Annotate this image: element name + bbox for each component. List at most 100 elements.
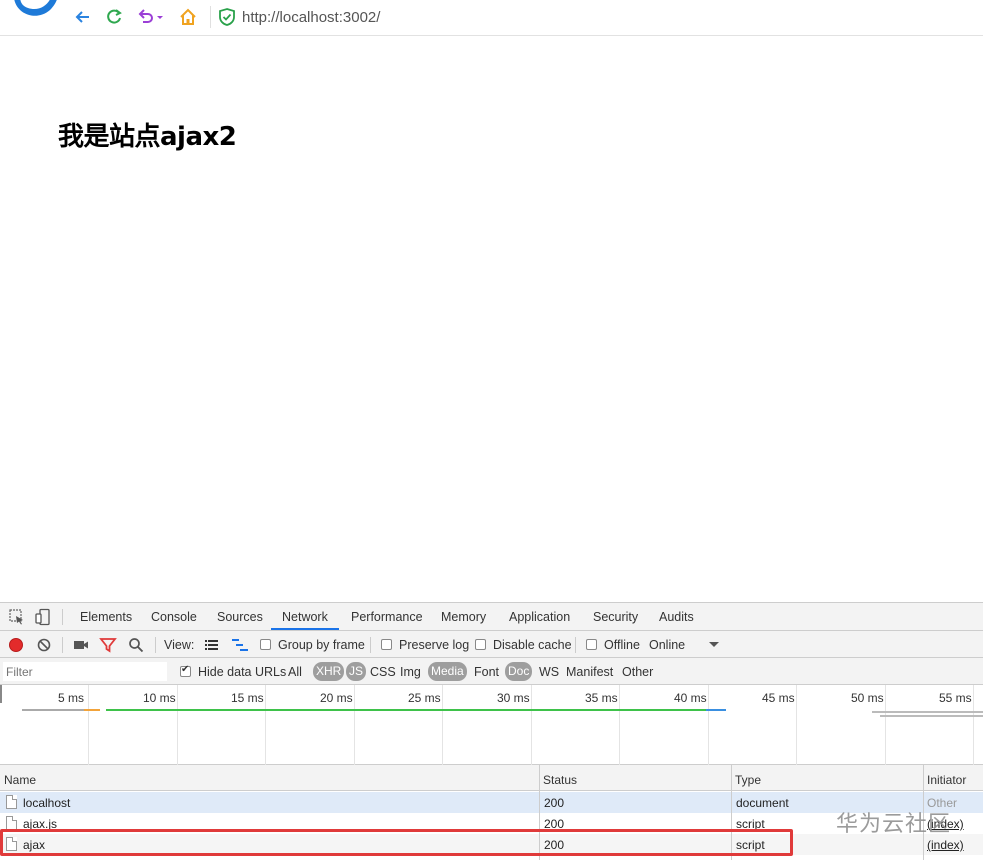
device-toolbar-icon[interactable] xyxy=(34,608,52,626)
filter-type-xhr[interactable]: XHR xyxy=(313,662,345,681)
group-by-frame-checkbox[interactable] xyxy=(260,639,271,650)
back-button[interactable] xyxy=(72,6,94,28)
timeline-gridline xyxy=(796,685,797,765)
timeline-request-bar xyxy=(84,709,100,711)
annotation-highlight-box xyxy=(0,829,793,856)
timeline-tick-label: 15 ms xyxy=(231,691,264,705)
record-button[interactable] xyxy=(9,638,23,652)
filter-type-font[interactable]: Font xyxy=(474,665,499,679)
search-icon[interactable] xyxy=(127,636,145,654)
tab-network[interactable]: Network xyxy=(282,610,328,624)
timeline-tick-label: 5 ms xyxy=(58,691,85,705)
filter-type-doc[interactable]: Doc xyxy=(505,662,533,681)
filter-funnel-icon[interactable] xyxy=(99,636,117,654)
undo-icon xyxy=(138,9,163,23)
address-bar-url[interactable]: http://localhost:3002/ xyxy=(242,9,380,26)
timeline-request-bar xyxy=(872,711,983,713)
tab-audits[interactable]: Audits xyxy=(659,610,694,624)
reload-icon xyxy=(107,9,122,24)
chevron-down-icon[interactable] xyxy=(705,636,723,654)
tab-security[interactable]: Security xyxy=(593,610,638,624)
timeline-gridline xyxy=(354,685,355,765)
throttling-select[interactable]: Online xyxy=(649,638,685,652)
tab-sources[interactable]: Sources xyxy=(217,610,263,624)
timeline-tick-label: 45 ms xyxy=(762,691,795,705)
tab-elements[interactable]: Elements xyxy=(80,610,132,624)
home-button[interactable] xyxy=(177,6,199,28)
timeline-request-bar xyxy=(106,709,706,711)
tab-memory[interactable]: Memory xyxy=(441,610,486,624)
timeline-gridline xyxy=(88,685,89,765)
group-by-frame-label: Group by frame xyxy=(278,638,365,652)
timeline-request-bar xyxy=(706,709,726,711)
timeline-gridline xyxy=(177,685,178,765)
watermark-text: 华为云社区 xyxy=(836,812,952,837)
timeline-gridline xyxy=(885,685,886,765)
timeline-gridline xyxy=(442,685,443,765)
secure-shield-icon xyxy=(219,8,235,26)
address-separator xyxy=(210,6,211,28)
toolbar-separator xyxy=(62,637,63,653)
timeline-tick-label: 20 ms xyxy=(320,691,353,705)
timeline-tick-label: 10 ms xyxy=(143,691,176,705)
disable-cache-label: Disable cache xyxy=(493,638,572,652)
timeline-tick-label: 40 ms xyxy=(674,691,707,705)
timeline-overview[interactable]: 5 ms 10 ms 15 ms 20 ms 25 ms 30 ms 35 ms… xyxy=(0,685,983,765)
column-header-status[interactable]: Status xyxy=(539,765,731,791)
tab-console[interactable]: Console xyxy=(151,610,197,624)
undo-close-tab-button[interactable] xyxy=(135,6,167,28)
filter-type-manifest[interactable]: Manifest xyxy=(566,665,613,679)
devtools-tab-bar: Elements Console Sources Network Perform… xyxy=(0,603,983,631)
inspect-element-icon[interactable] xyxy=(8,608,26,626)
timeline-tick-label: 55 ms xyxy=(939,691,972,705)
browser-logo-icon xyxy=(14,0,57,16)
column-header-name[interactable]: Name xyxy=(0,765,539,791)
timeline-tick-label: 50 ms xyxy=(851,691,884,705)
timeline-gridline xyxy=(265,685,266,765)
disable-cache-checkbox[interactable] xyxy=(475,639,486,650)
large-rows-icon[interactable] xyxy=(203,636,221,654)
filter-bar: Hide data URLs All XHR JS CSS Img Media … xyxy=(0,658,983,685)
clear-icon[interactable] xyxy=(35,636,53,654)
timeline-gridline xyxy=(619,685,620,765)
back-arrow-icon xyxy=(75,11,89,23)
reload-button[interactable] xyxy=(103,6,125,28)
column-header-type[interactable]: Type xyxy=(731,765,923,791)
timeline-tick-label: 35 ms xyxy=(585,691,618,705)
document-file-icon xyxy=(6,795,17,809)
hide-data-urls-label: Hide data URLs xyxy=(198,665,287,679)
request-name[interactable]: localhost xyxy=(23,796,70,810)
hide-data-urls-checkbox[interactable] xyxy=(180,664,191,677)
tab-separator xyxy=(62,609,63,625)
toolbar-separator xyxy=(155,637,156,653)
filter-type-js[interactable]: JS xyxy=(346,662,367,681)
filter-type-css[interactable]: CSS xyxy=(370,665,396,679)
filter-type-ws[interactable]: WS xyxy=(539,665,559,679)
request-initiator-link[interactable]: (index) xyxy=(927,838,964,852)
offline-checkbox[interactable] xyxy=(586,639,597,650)
filter-type-media[interactable]: Media xyxy=(428,662,467,681)
filter-type-all[interactable]: All xyxy=(288,665,302,679)
timeline-tick-label: 25 ms xyxy=(408,691,441,705)
view-label: View: xyxy=(164,638,195,652)
timeline-gridline xyxy=(708,685,709,765)
offline-label: Offline xyxy=(604,638,640,652)
waterfall-overview-icon[interactable] xyxy=(231,636,249,654)
toolbar-separator xyxy=(370,637,371,653)
request-status: 200 xyxy=(544,796,565,810)
home-icon xyxy=(180,8,196,25)
active-tab-indicator xyxy=(271,628,339,630)
tab-performance[interactable]: Performance xyxy=(351,610,423,624)
tab-application[interactable]: Application xyxy=(509,610,570,624)
timeline-left-handle[interactable] xyxy=(0,685,2,703)
toolbar-separator xyxy=(575,637,576,653)
timeline-request-bar xyxy=(880,715,983,717)
preserve-log-checkbox[interactable] xyxy=(381,639,392,650)
network-toolbar: View: Group by frame Preserve log Disabl… xyxy=(0,631,983,658)
filter-type-other[interactable]: Other xyxy=(622,665,653,679)
request-type: document xyxy=(736,796,789,810)
column-header-initiator[interactable]: Initiator xyxy=(923,765,983,791)
filter-input[interactable] xyxy=(3,662,167,681)
filter-type-img[interactable]: Img xyxy=(400,665,421,679)
screenshot-camera-icon[interactable] xyxy=(72,636,90,654)
